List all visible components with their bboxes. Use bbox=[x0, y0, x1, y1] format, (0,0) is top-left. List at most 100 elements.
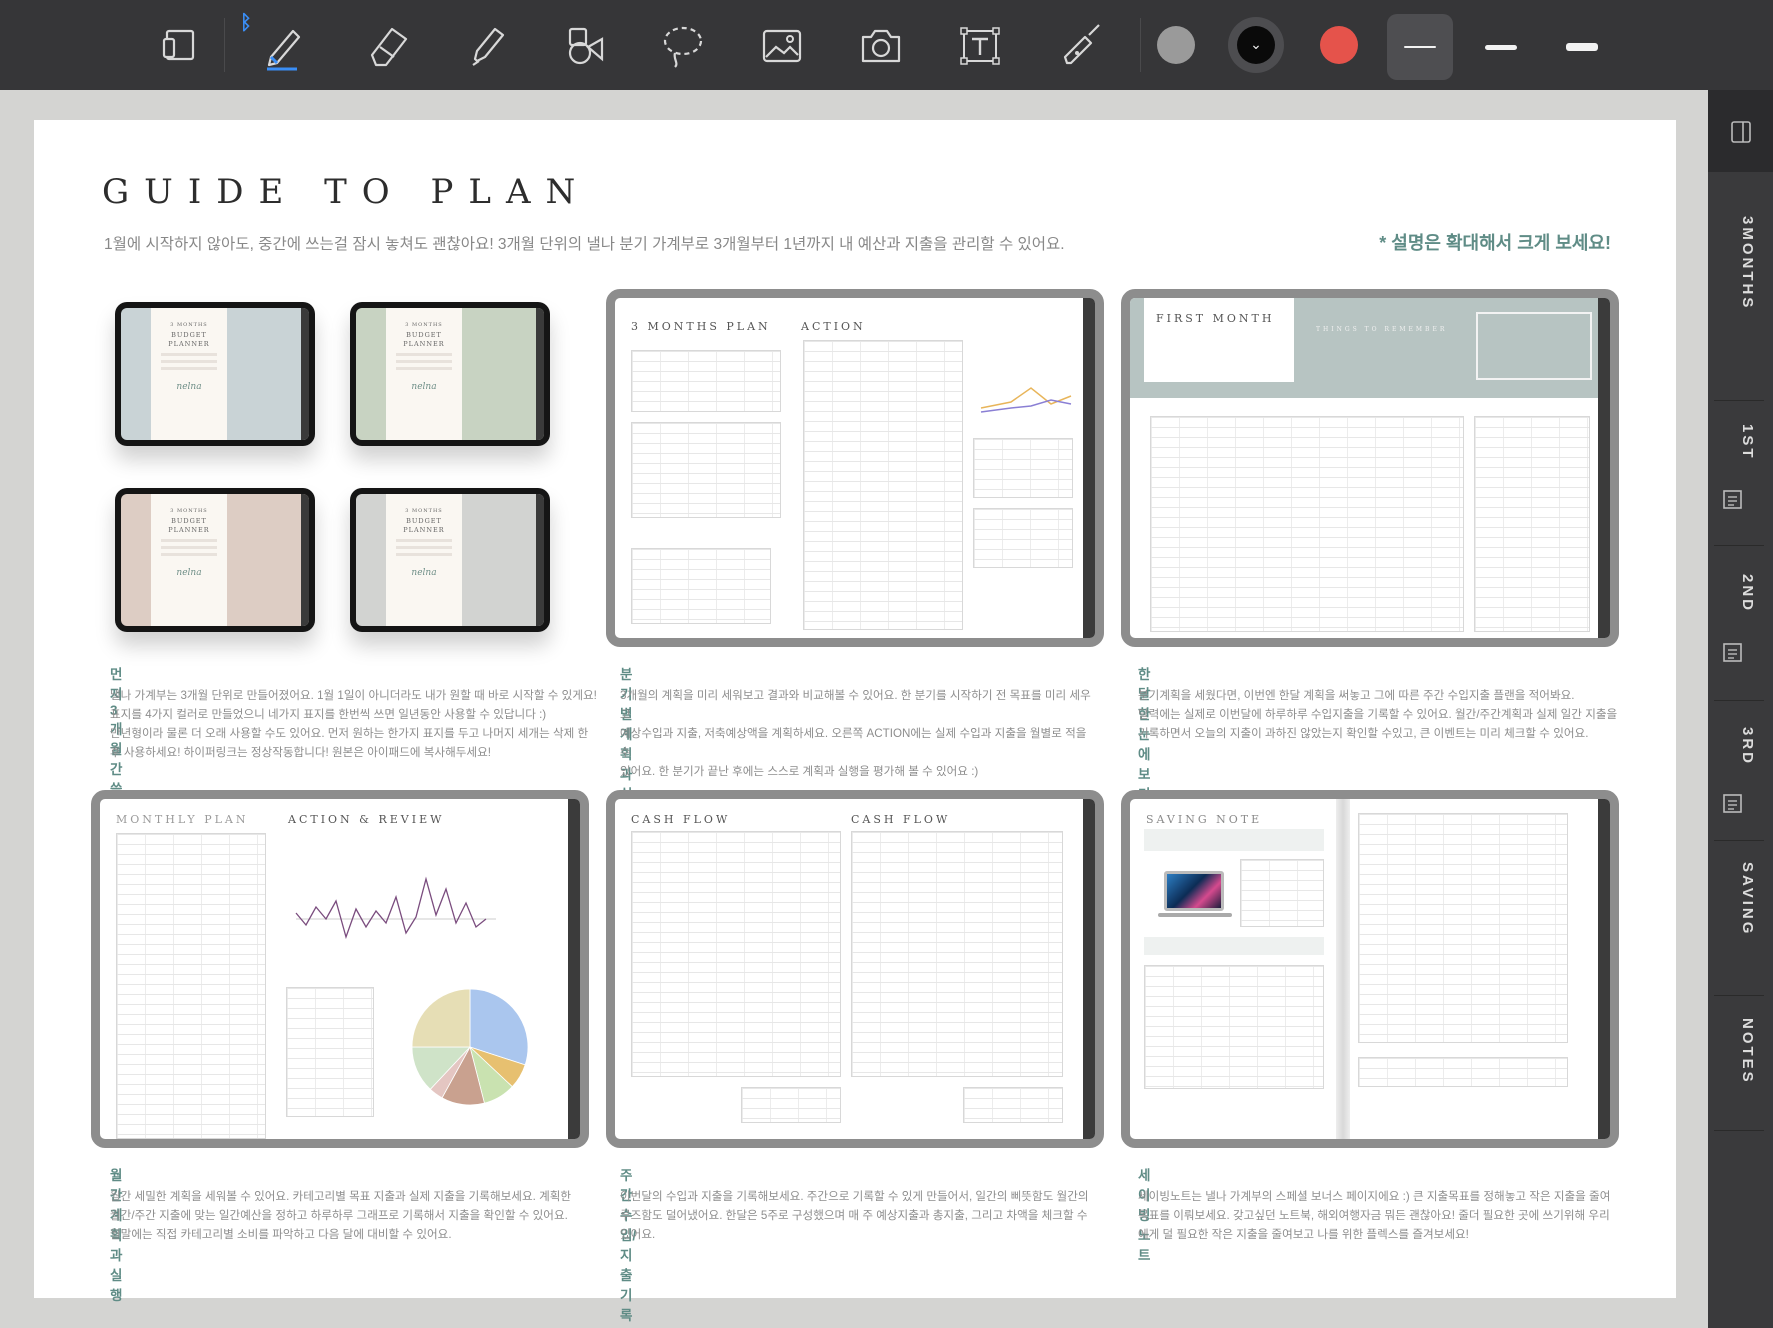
eraser-icon[interactable] bbox=[357, 14, 419, 76]
tab-divider bbox=[1714, 840, 1764, 841]
cover-title: BUDGET PLANNER bbox=[168, 331, 210, 348]
preview-right-title: ACTION & REVIEW bbox=[288, 813, 445, 826]
card-description: 월간 세밀한 계획을 세워볼 수 있어요. 카테고리별 목표 지출과 실제 지출… bbox=[110, 1190, 572, 1241]
cover-top-label: 3 MONTHS bbox=[170, 322, 208, 328]
bookmark-panel-icon[interactable] bbox=[1730, 120, 1752, 144]
tab-divider bbox=[1714, 995, 1764, 996]
preview-notes-right bbox=[1358, 813, 1568, 1043]
toolbar: ᛒ ⌄ bbox=[0, 0, 1773, 90]
tab-3rd[interactable]: 3RD bbox=[1712, 727, 1756, 766]
card-description: 이번달의 수입과 지출을 기록해보세요. 주간으로 기록할 수 있게 만들어서,… bbox=[620, 1190, 1089, 1241]
card-description: 3개월의 계획을 미리 세워보고 결과와 비교해볼 수 있어요. 한 분기를 시… bbox=[620, 689, 1091, 778]
pie-slice bbox=[411, 988, 471, 1048]
notes-icon[interactable] bbox=[1721, 641, 1745, 665]
tab-divider bbox=[1714, 700, 1764, 701]
page-layout-icon[interactable] bbox=[149, 14, 211, 76]
highlighter-icon[interactable] bbox=[456, 14, 518, 76]
preview-left-title: SAVING NOTE bbox=[1146, 813, 1263, 826]
preview-goal-info bbox=[1240, 859, 1324, 927]
card-description: 낼나 가계부는 3개월 단위로 만들어졌어요. 1월 1일이 아니더라도 내가 … bbox=[110, 689, 597, 759]
weekly-cashflow-preview[interactable]: CASH FLOW CASH FLOW bbox=[606, 790, 1104, 1148]
stroke-width-medium-button[interactable] bbox=[1468, 14, 1534, 80]
page-title: GUIDE TO PLAN bbox=[102, 172, 591, 212]
color-swatch-black[interactable]: ⌄ bbox=[1237, 26, 1275, 64]
cover-title: BUDGET PLANNER bbox=[168, 517, 210, 534]
tab-saving[interactable]: SAVING bbox=[1712, 862, 1756, 936]
cover-signature: nelna bbox=[176, 382, 202, 392]
preview-saving-table bbox=[1144, 965, 1324, 1089]
cover-signature: nelna bbox=[411, 382, 437, 392]
preview-right-title: CASH FLOW bbox=[851, 813, 951, 826]
preview-plan-table bbox=[631, 422, 781, 518]
preview-notes-bottom bbox=[1358, 1057, 1568, 1087]
preview-weekly-check-left bbox=[741, 1087, 841, 1123]
preview-calendar bbox=[1150, 416, 1464, 632]
cover-title: BUDGET PLANNER bbox=[403, 331, 445, 348]
stroke-width-thin-button[interactable] bbox=[1387, 14, 1453, 80]
preview-category-table bbox=[116, 833, 266, 1139]
laser-pointer-icon[interactable] bbox=[1050, 14, 1112, 76]
tab-notes[interactable]: NOTES bbox=[1712, 1018, 1756, 1085]
cover-option-green[interactable]: 3 MONTHS BUDGET PLANNER nelna bbox=[350, 302, 550, 446]
monthly-expense-pie-chart bbox=[411, 988, 529, 1106]
preview-left-title: MONTHLY PLAN bbox=[116, 813, 249, 826]
tab-divider bbox=[1714, 545, 1764, 546]
page-subtitle: 1월에 시작하지 않아도, 중간에 쓰는걸 잠시 놓쳐도 괜찮아요! 3개월 단… bbox=[104, 236, 1065, 253]
preview-left-title: 3 MONTHS PLAN bbox=[631, 320, 771, 333]
preview-weekly-check-right bbox=[963, 1087, 1063, 1123]
card-description: 세이빙노트는 낼나 가계부의 스페셜 보너스 페이지에요 :) 큰 지출목표를 … bbox=[1138, 1190, 1611, 1241]
preview-notes-box bbox=[631, 548, 771, 624]
preview-left-title: FIRST MONTH bbox=[1156, 312, 1275, 325]
laptop-image bbox=[1164, 871, 1224, 911]
cover-top-label: 3 MONTHS bbox=[405, 508, 443, 514]
preview-review-box bbox=[973, 438, 1073, 498]
cover-top-label: 3 MONTHS bbox=[170, 508, 208, 514]
tab-divider bbox=[1714, 1130, 1764, 1131]
notes-icon[interactable] bbox=[1721, 488, 1745, 512]
text-box-icon[interactable] bbox=[949, 14, 1011, 76]
cover-option-blue[interactable]: 3 MONTHS BUDGET PLANNER nelna bbox=[115, 302, 315, 446]
pen-icon[interactable] bbox=[252, 14, 314, 76]
preview-cashflow-right bbox=[851, 831, 1063, 1077]
chevron-down-icon: ⌄ bbox=[1250, 37, 1262, 53]
toolbar-divider bbox=[224, 18, 225, 72]
preview-right-title: ACTION bbox=[801, 320, 866, 333]
monthly-overview-preview[interactable]: FIRST MONTH THINGS TO REMEMBER bbox=[1121, 289, 1619, 647]
camera-icon[interactable] bbox=[850, 14, 912, 76]
tab-2nd[interactable]: 2ND bbox=[1712, 574, 1756, 613]
quarter-plan-preview[interactable]: 3 MONTHS PLAN ACTION bbox=[606, 289, 1104, 647]
saving-note-preview[interactable]: SAVING NOTE bbox=[1121, 790, 1619, 1148]
preview-left-title: CASH FLOW bbox=[631, 813, 731, 826]
stroke-width-thick-button[interactable] bbox=[1549, 14, 1615, 80]
cover-signature: nelna bbox=[411, 568, 437, 578]
image-icon[interactable] bbox=[751, 14, 813, 76]
toolbar-divider bbox=[1140, 18, 1141, 72]
preview-action-table bbox=[803, 340, 963, 630]
preview-line-graph bbox=[980, 387, 1072, 413]
preview-review-notes bbox=[973, 508, 1073, 568]
cover-title: BUDGET PLANNER bbox=[403, 517, 445, 534]
card-description: 분기계획을 세웠다면, 이번엔 한달 계획을 써놓고 그에 따른 주간 수입지출… bbox=[1138, 689, 1618, 740]
cover-top-label: 3 MONTHS bbox=[405, 322, 443, 328]
cover-option-gray[interactable]: 3 MONTHS BUDGET PLANNER nelna bbox=[350, 488, 550, 632]
cover-option-beige[interactable]: 3 MONTHS BUDGET PLANNER nelna bbox=[115, 488, 315, 632]
preview-daily-expense-graph bbox=[295, 876, 496, 940]
monthly-plan-preview[interactable]: MONTHLY PLAN ACTION & REVIEW bbox=[91, 790, 589, 1148]
preview-weekly-plan bbox=[1474, 416, 1590, 632]
preview-expense-list bbox=[286, 987, 374, 1117]
notes-icon[interactable] bbox=[1721, 792, 1745, 816]
color-swatch-gray[interactable] bbox=[1157, 26, 1195, 64]
preview-right-title: THINGS TO REMEMBER bbox=[1316, 326, 1448, 333]
tab-3months[interactable]: 3MONTHS bbox=[1712, 216, 1756, 310]
tab-divider bbox=[1714, 400, 1764, 401]
preview-cashflow-left bbox=[631, 831, 841, 1077]
lasso-icon[interactable] bbox=[652, 14, 714, 76]
color-swatch-red[interactable] bbox=[1320, 26, 1358, 64]
tab-1st[interactable]: 1ST bbox=[1712, 424, 1756, 461]
preview-goals-table bbox=[631, 350, 781, 412]
cover-signature: nelna bbox=[176, 568, 202, 578]
sidebar-top bbox=[1708, 90, 1773, 172]
bluetooth-icon: ᛒ bbox=[240, 10, 252, 34]
shapes-icon[interactable] bbox=[553, 14, 615, 76]
zoom-note: * 설명은 확대해서 크게 보세요! bbox=[1379, 233, 1611, 253]
